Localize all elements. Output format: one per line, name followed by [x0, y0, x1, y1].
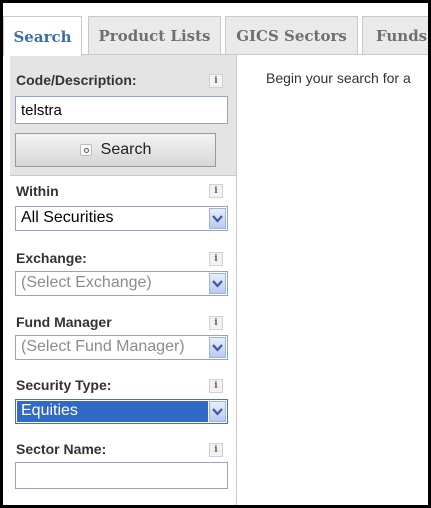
within-select[interactable]: All Securities	[15, 206, 228, 231]
search-intro-text: Begin your search for a	[266, 70, 411, 86]
sector-name-info-icon[interactable]: i	[209, 443, 223, 457]
exchange-label: Exchange:	[16, 250, 87, 266]
search-button[interactable]: Search	[15, 133, 216, 167]
fund-manager-info-icon[interactable]: i	[209, 316, 223, 330]
sector-name-input[interactable]	[15, 462, 228, 489]
within-label: Within	[16, 183, 59, 199]
tab-search[interactable]: Search	[3, 16, 82, 56]
tab-gics-sectors[interactable]: GICS Sectors	[225, 16, 358, 54]
chevron-down-icon[interactable]	[209, 273, 226, 294]
code-search-panel: Code/Description: i Search	[10, 55, 236, 176]
fund-manager-label: Fund Manager	[16, 314, 112, 330]
window-frame: Search Product Lists GICS Sectors Funds …	[0, 0, 431, 508]
security-type-select[interactable]: Equities	[15, 399, 228, 424]
tab-funds[interactable]: Funds	[362, 16, 428, 54]
fund-manager-selected-value: (Select Fund Manager)	[21, 338, 185, 355]
search-button-label: Search	[100, 141, 152, 158]
security-type-selected-value: Equities	[21, 402, 78, 419]
security-type-info-icon[interactable]: i	[209, 379, 223, 393]
code-description-input[interactable]	[15, 96, 228, 124]
chevron-down-icon[interactable]	[209, 401, 226, 422]
search-icon	[79, 144, 92, 156]
exchange-info-icon[interactable]: i	[209, 252, 223, 266]
chevron-down-icon[interactable]	[209, 208, 226, 229]
exchange-select[interactable]: (Select Exchange)	[15, 271, 228, 296]
search-sidebar: Code/Description: i Search Within i All …	[10, 55, 237, 505]
within-info-icon[interactable]: i	[209, 184, 223, 198]
chevron-down-icon[interactable]	[209, 337, 226, 358]
fund-manager-select[interactable]: (Select Fund Manager)	[15, 335, 228, 360]
tab-bar: Search Product Lists GICS Sectors Funds	[3, 6, 428, 56]
sector-name-label: Sector Name:	[16, 441, 107, 457]
code-info-icon[interactable]: i	[209, 74, 223, 88]
tab-product-lists[interactable]: Product Lists	[88, 16, 221, 54]
code-description-label: Code/Description:	[16, 72, 137, 88]
security-type-label: Security Type:	[16, 377, 112, 393]
within-selected-value: All Securities	[21, 209, 114, 226]
exchange-selected-value: (Select Exchange)	[21, 274, 152, 291]
